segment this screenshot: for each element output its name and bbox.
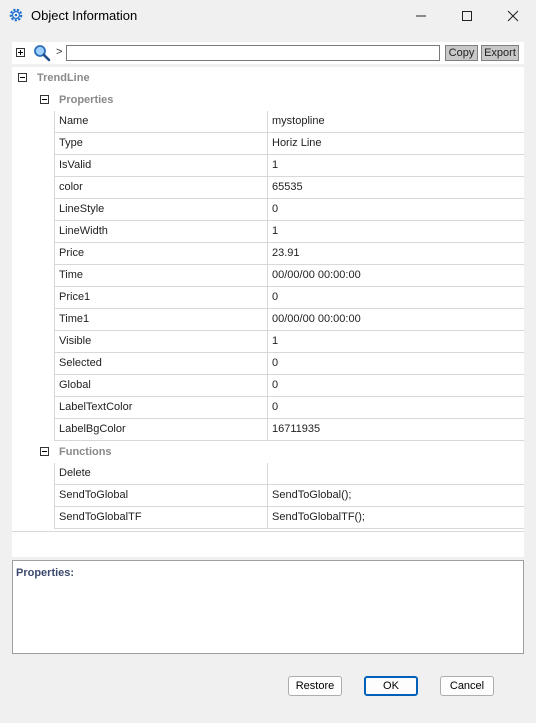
minimize-icon bbox=[416, 15, 426, 17]
close-button[interactable] bbox=[490, 0, 536, 32]
functions-name: Delete bbox=[54, 463, 268, 484]
properties-name: LabelTextColor bbox=[54, 397, 268, 418]
properties-name: Name bbox=[54, 111, 268, 132]
search-prompt-arrow: > bbox=[56, 46, 63, 58]
functions-value[interactable]: SendToGlobal(); bbox=[268, 485, 528, 506]
functions-group-label: Functions bbox=[59, 446, 112, 458]
properties-row[interactable]: Type Horiz Line bbox=[54, 133, 524, 155]
properties-name: color bbox=[54, 177, 268, 198]
properties-value[interactable]: 23.91 bbox=[268, 243, 528, 264]
properties-value[interactable]: mystopline bbox=[268, 111, 528, 132]
restore-button[interactable]: Restore bbox=[288, 676, 342, 696]
properties-value[interactable]: 00/00/00 00:00:00 bbox=[268, 309, 528, 330]
properties-row[interactable]: Name mystopline bbox=[54, 111, 524, 133]
window-title: Object Information bbox=[31, 8, 138, 23]
toolbar: > Copy Export bbox=[12, 42, 524, 64]
properties-value[interactable]: 0 bbox=[268, 353, 528, 374]
properties-value[interactable]: 0 bbox=[268, 287, 528, 308]
properties-value[interactable]: 1 bbox=[268, 155, 528, 176]
properties-row[interactable]: LabelBgColor 16711935 bbox=[54, 419, 524, 441]
properties-name: Price bbox=[54, 243, 268, 264]
collapse-functions-toggle[interactable] bbox=[40, 447, 49, 456]
properties-value[interactable]: Horiz Line bbox=[268, 133, 528, 154]
properties-value[interactable]: 1 bbox=[268, 331, 528, 352]
gear-icon bbox=[9, 8, 23, 22]
properties-name: Time1 bbox=[54, 309, 268, 330]
properties-value[interactable]: 0 bbox=[268, 397, 528, 418]
properties-name: Visible bbox=[54, 331, 268, 352]
properties-row[interactable]: Global 0 bbox=[54, 375, 524, 397]
properties-row[interactable]: Visible 1 bbox=[54, 331, 524, 353]
functions-row[interactable]: Delete bbox=[54, 463, 524, 485]
ok-button[interactable]: OK bbox=[364, 676, 418, 696]
collapse-properties-toggle[interactable] bbox=[40, 95, 49, 104]
tree-empty-area bbox=[12, 531, 524, 557]
properties-row[interactable]: Selected 0 bbox=[54, 353, 524, 375]
description-pane: Properties: bbox=[12, 560, 524, 654]
properties-value[interactable]: 0 bbox=[268, 199, 528, 220]
properties-name: Time bbox=[54, 265, 268, 286]
properties-row[interactable]: LineStyle 0 bbox=[54, 199, 524, 221]
properties-value[interactable]: 1 bbox=[268, 221, 528, 242]
cancel-button[interactable]: Cancel bbox=[440, 676, 494, 696]
properties-name: Selected bbox=[54, 353, 268, 374]
search-icon[interactable] bbox=[33, 44, 51, 62]
tree-root-label: TrendLine bbox=[37, 72, 90, 84]
functions-value[interactable]: SendToGlobalTF(); bbox=[268, 507, 528, 528]
properties-name: LabelBgColor bbox=[54, 419, 268, 440]
properties-name: LineStyle bbox=[54, 199, 268, 220]
maximize-icon bbox=[462, 11, 472, 21]
close-icon bbox=[507, 10, 519, 22]
export-button[interactable]: Export bbox=[481, 45, 519, 61]
functions-name: SendToGlobal bbox=[54, 485, 268, 506]
properties-group-label: Properties bbox=[59, 94, 114, 106]
properties-name: Global bbox=[54, 375, 268, 396]
title-bar: Object Information bbox=[0, 0, 536, 32]
functions-value[interactable] bbox=[268, 463, 528, 484]
properties-row[interactable]: LabelTextColor 0 bbox=[54, 397, 524, 419]
properties-name: Price1 bbox=[54, 287, 268, 308]
maximize-button[interactable] bbox=[444, 0, 490, 32]
properties-value[interactable]: 00/00/00 00:00:00 bbox=[268, 265, 528, 286]
functions-row[interactable]: SendToGlobalTF SendToGlobalTF(); bbox=[54, 507, 524, 529]
copy-button[interactable]: Copy bbox=[445, 45, 478, 61]
search-input[interactable] bbox=[66, 45, 440, 61]
object-tree: TrendLine Properties Name mystopline Type H… bbox=[12, 67, 524, 557]
functions-row[interactable]: SendToGlobal SendToGlobal(); bbox=[54, 485, 524, 507]
properties-value[interactable]: 0 bbox=[268, 375, 528, 396]
minimize-button[interactable] bbox=[398, 0, 444, 32]
properties-grid-border bbox=[54, 111, 55, 441]
properties-row[interactable]: IsValid 1 bbox=[54, 155, 524, 177]
properties-row[interactable]: Time1 00/00/00 00:00:00 bbox=[54, 309, 524, 331]
properties-name: LineWidth bbox=[54, 221, 268, 242]
properties-row[interactable]: LineWidth 1 bbox=[54, 221, 524, 243]
functions-name: SendToGlobalTF bbox=[54, 507, 268, 528]
collapse-trendline-toggle[interactable] bbox=[18, 73, 27, 82]
description-label: Properties: bbox=[16, 567, 75, 579]
properties-name: Type bbox=[54, 133, 268, 154]
properties-row[interactable]: Time 00/00/00 00:00:00 bbox=[54, 265, 524, 287]
properties-row[interactable]: Price 23.91 bbox=[54, 243, 524, 265]
properties-row[interactable]: Price1 0 bbox=[54, 287, 524, 309]
properties-value[interactable]: 65535 bbox=[268, 177, 528, 198]
properties-row[interactable]: color 65535 bbox=[54, 177, 524, 199]
properties-name: IsValid bbox=[54, 155, 268, 176]
expand-all-toggle[interactable] bbox=[16, 48, 25, 57]
properties-value[interactable]: 16711935 bbox=[268, 419, 528, 440]
functions-grid-border bbox=[54, 463, 55, 529]
